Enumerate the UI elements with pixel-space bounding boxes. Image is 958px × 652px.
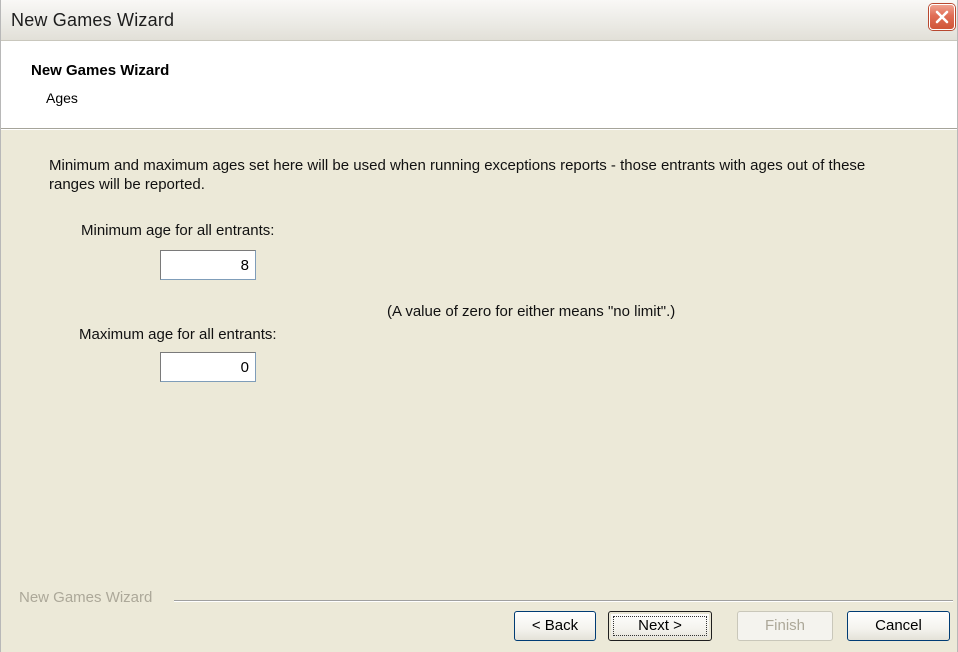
- wizard-window: New Games Wizard New Games Wizard Ages M…: [0, 0, 958, 652]
- title-bar: New Games Wizard: [1, 0, 957, 41]
- back-button[interactable]: < Back: [514, 611, 596, 641]
- cancel-button-label: Cancel: [875, 617, 922, 634]
- cancel-button[interactable]: Cancel: [847, 611, 950, 641]
- window-title: New Games Wizard: [11, 10, 175, 30]
- close-icon: [935, 10, 949, 24]
- header-subtitle: Ages: [46, 90, 78, 106]
- min-age-field[interactable]: [160, 250, 256, 280]
- footer-group-label: New Games Wizard: [19, 589, 153, 606]
- header-title: New Games Wizard: [31, 62, 170, 79]
- max-age-field[interactable]: [160, 352, 256, 382]
- finish-button[interactable]: Finish: [737, 611, 833, 641]
- no-limit-note: (A value of zero for either means "no li…: [387, 303, 676, 320]
- next-button[interactable]: Next >: [608, 611, 712, 641]
- finish-button-label: Finish: [764, 617, 805, 634]
- footer-divider: [174, 600, 953, 602]
- wizard-header: New Games Wizard Ages: [1, 41, 957, 129]
- min-age-label: Minimum age for all entrants:: [81, 222, 275, 239]
- close-button[interactable]: [929, 4, 955, 30]
- description-text: Minimum and maximum ages set here will b…: [49, 157, 866, 193]
- max-age-label: Maximum age for all entrants:: [79, 326, 277, 343]
- next-button-label: Next >: [638, 617, 682, 634]
- back-button-label: < Back: [531, 617, 579, 634]
